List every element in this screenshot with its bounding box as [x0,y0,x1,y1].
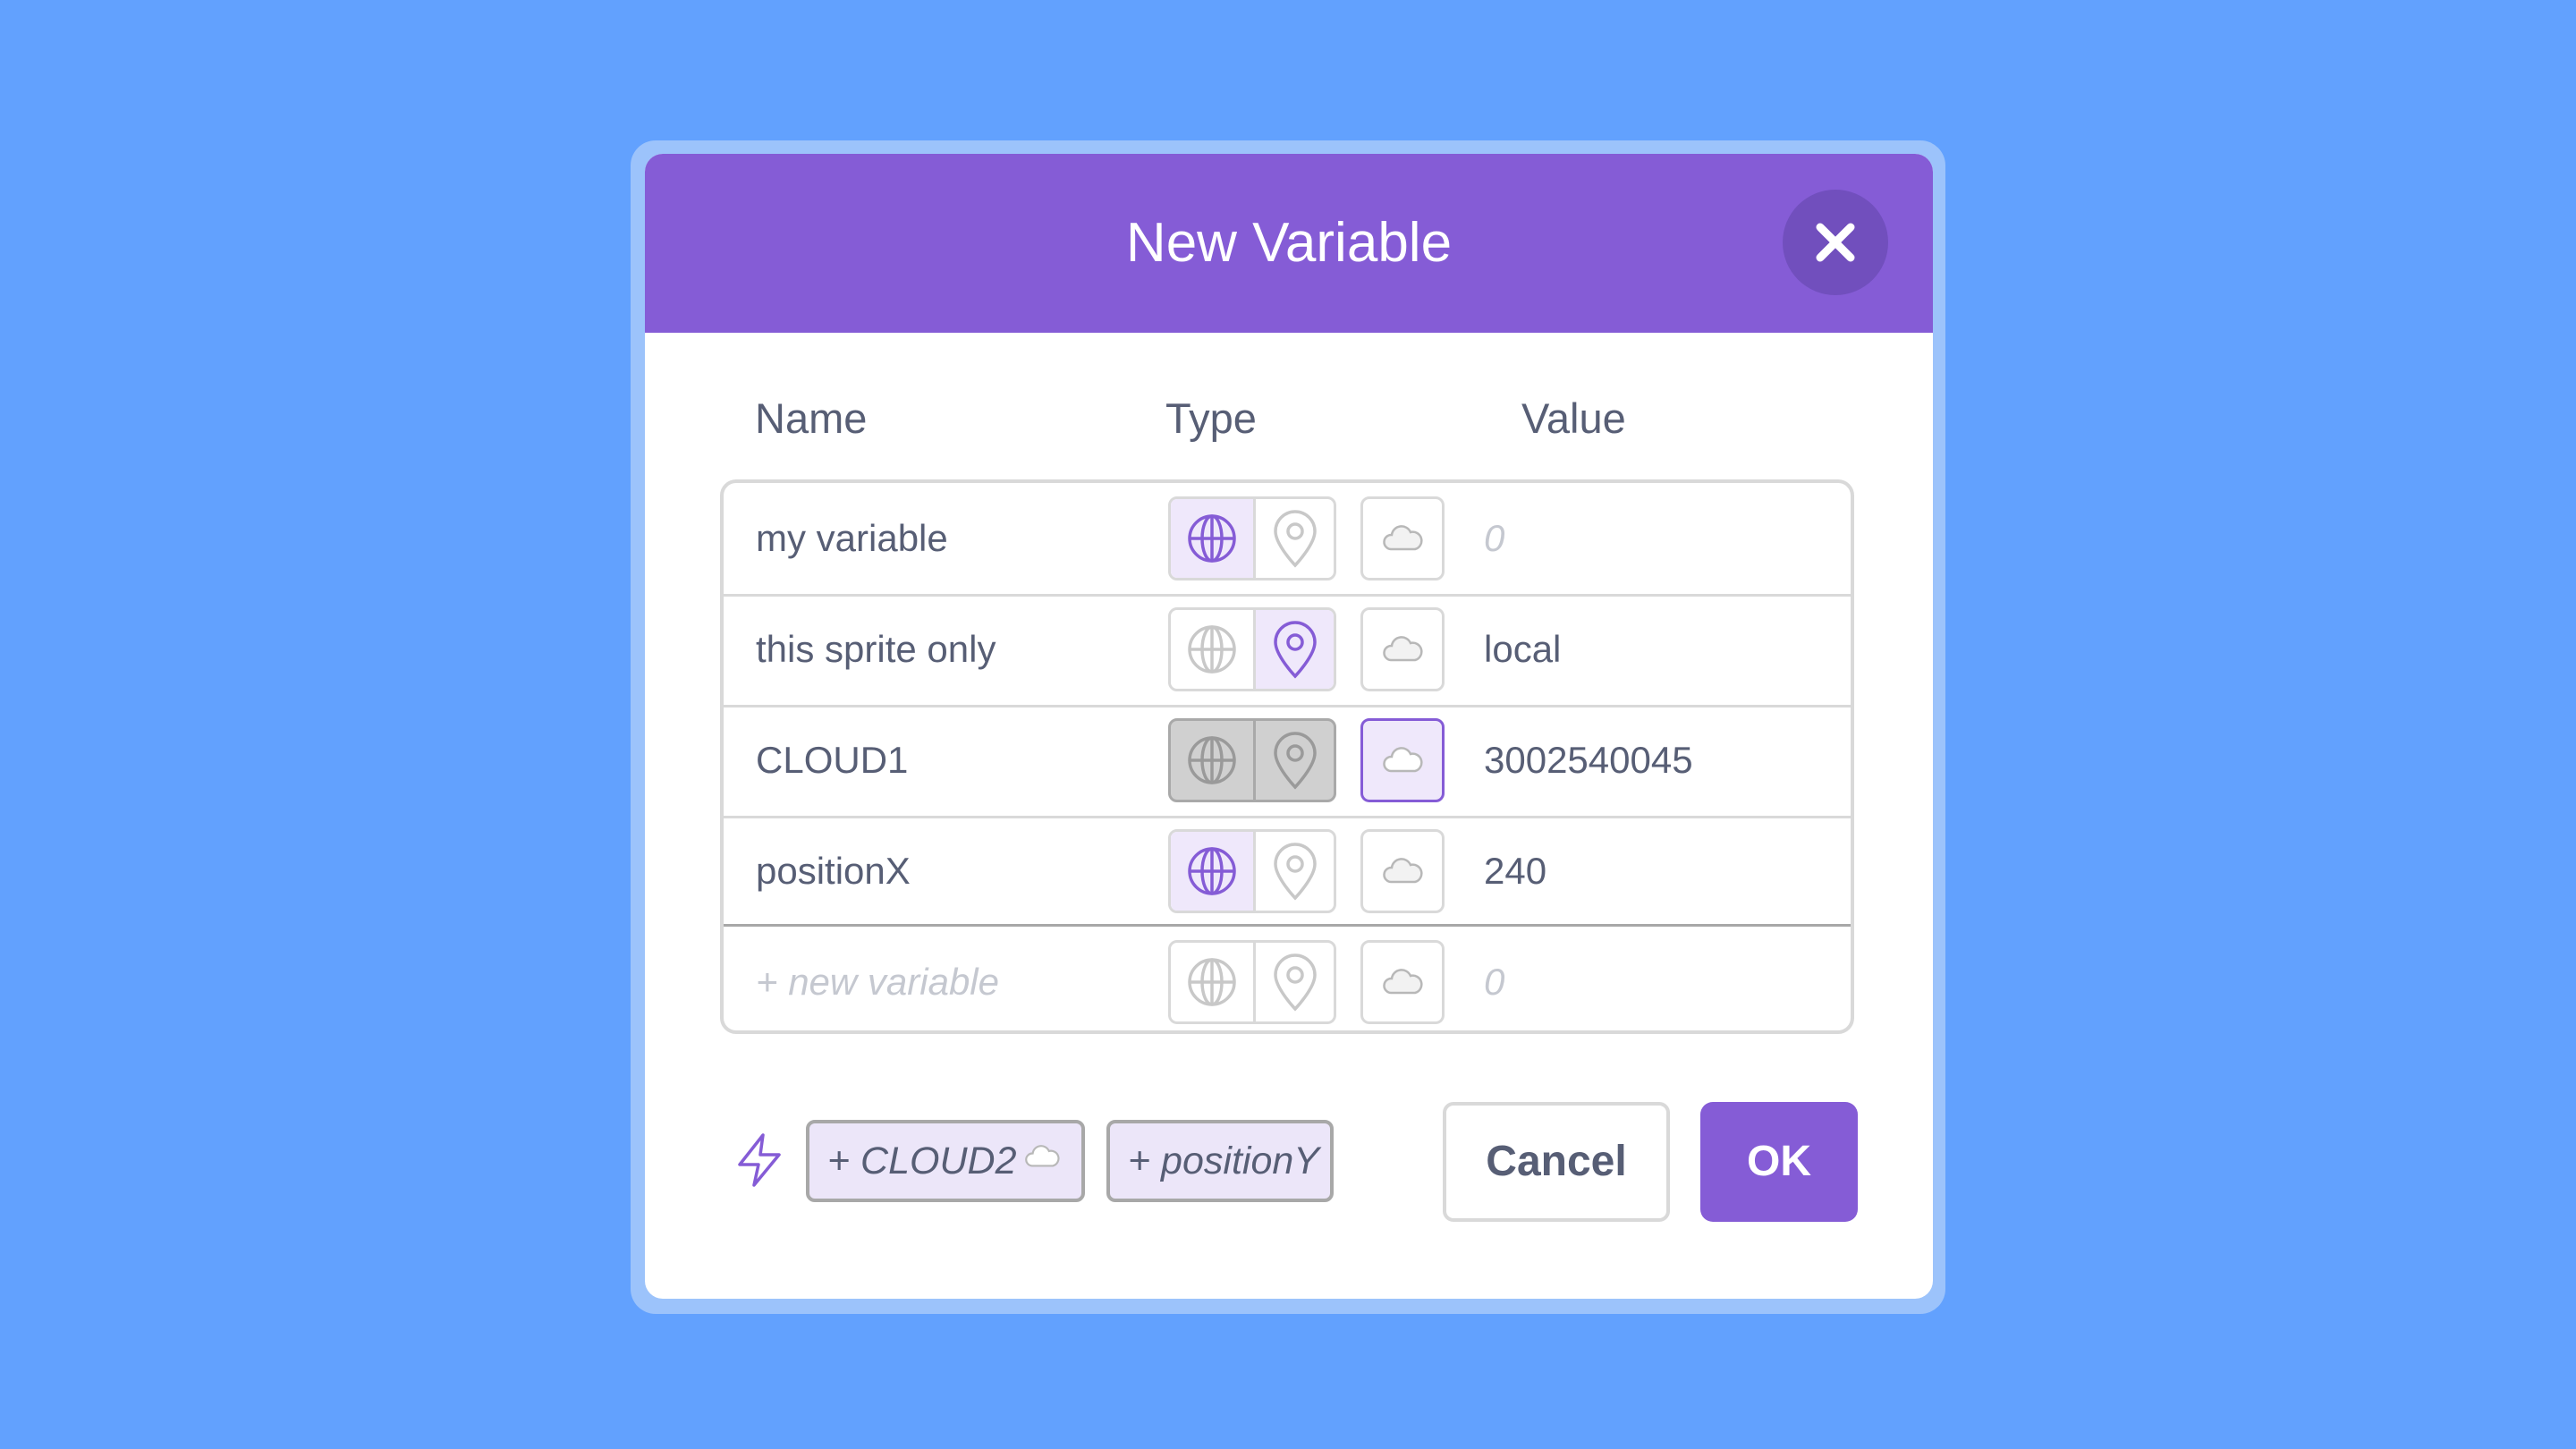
location-pin-icon [1273,843,1317,901]
ok-button[interactable]: OK [1700,1102,1858,1222]
dialog-header: New Variable [645,154,1933,333]
global-scope-button [1171,721,1256,800]
suggestion-chip-cloud2[interactable]: + CLOUD2 [806,1120,1085,1202]
variable-value[interactable]: 240 [1484,816,1546,927]
variable-name[interactable]: this sprite only [756,594,996,705]
new-variable-dialog: New Variable Name Type Value my variable [645,154,1933,1299]
global-scope-button[interactable] [1171,499,1256,578]
global-scope-button[interactable] [1171,943,1256,1021]
location-pin-icon [1273,953,1317,1012]
new-variable-name-input[interactable]: + new variable [756,927,999,1038]
table-row: CLOUD1 3002540045 [724,705,1851,818]
cloud-toggle-button[interactable] [1360,718,1445,802]
table-row: positionX 240 [724,816,1851,927]
suggestion-chip-label: + positionY [1128,1140,1319,1182]
global-scope-button[interactable] [1171,832,1256,911]
cloud-icon [1025,1145,1060,1167]
variable-name[interactable]: my variable [756,483,948,594]
cloud-icon [1383,525,1423,551]
column-header-value: Value [1521,394,1626,442]
cloud-toggle-button[interactable] [1360,940,1445,1024]
globe-icon [1188,514,1236,563]
column-header-type: Type [1165,394,1257,442]
global-scope-button[interactable] [1171,610,1256,689]
lightning-bolt-icon [738,1133,781,1187]
dialog-title: New Variable [1125,212,1453,274]
table-row: my variable 0 [724,483,1851,597]
local-scope-button [1256,721,1334,800]
new-variable-row: + new variable 0 [724,924,1851,1038]
cloud-toggle-button[interactable] [1360,496,1445,580]
variable-value[interactable]: 3002540045 [1484,705,1693,816]
local-scope-button[interactable] [1256,832,1334,911]
new-variable-value-input[interactable]: 0 [1484,927,1504,1038]
local-scope-button[interactable] [1256,943,1334,1021]
close-button[interactable] [1783,190,1888,295]
variable-name[interactable]: positionX [756,816,911,927]
scope-toggle [1168,496,1336,580]
location-pin-icon [1273,621,1317,679]
cloud-icon [1383,636,1423,662]
local-scope-button[interactable] [1256,610,1334,689]
cancel-button[interactable]: Cancel [1443,1102,1670,1222]
suggestion-chip-label: + CLOUD2 [827,1140,1017,1182]
scope-toggle [1168,829,1336,913]
globe-icon [1188,958,1236,1006]
variable-value[interactable]: 0 [1484,483,1504,594]
cloud-icon [1383,747,1423,773]
variables-table: my variable 0 this sprite only local CLO… [720,479,1854,1034]
cloud-toggle-button[interactable] [1360,829,1445,913]
globe-icon [1188,847,1236,895]
variable-value[interactable]: local [1484,594,1561,705]
local-scope-button[interactable] [1256,499,1334,578]
close-icon [1816,223,1855,262]
cloud-icon [1383,858,1423,884]
location-pin-icon [1273,510,1317,568]
scope-toggle [1168,607,1336,691]
location-pin-icon [1273,732,1317,790]
cloud-toggle-button[interactable] [1360,607,1445,691]
cloud-icon [1383,969,1423,995]
suggestion-chip-positiony[interactable]: + positionY [1106,1120,1334,1202]
globe-icon [1188,625,1236,674]
globe-icon [1188,736,1236,784]
table-row: this sprite only local [724,594,1851,708]
column-header-name: Name [755,394,868,442]
variable-name[interactable]: CLOUD1 [756,705,908,816]
scope-toggle [1168,940,1336,1024]
scope-toggle [1168,718,1336,802]
